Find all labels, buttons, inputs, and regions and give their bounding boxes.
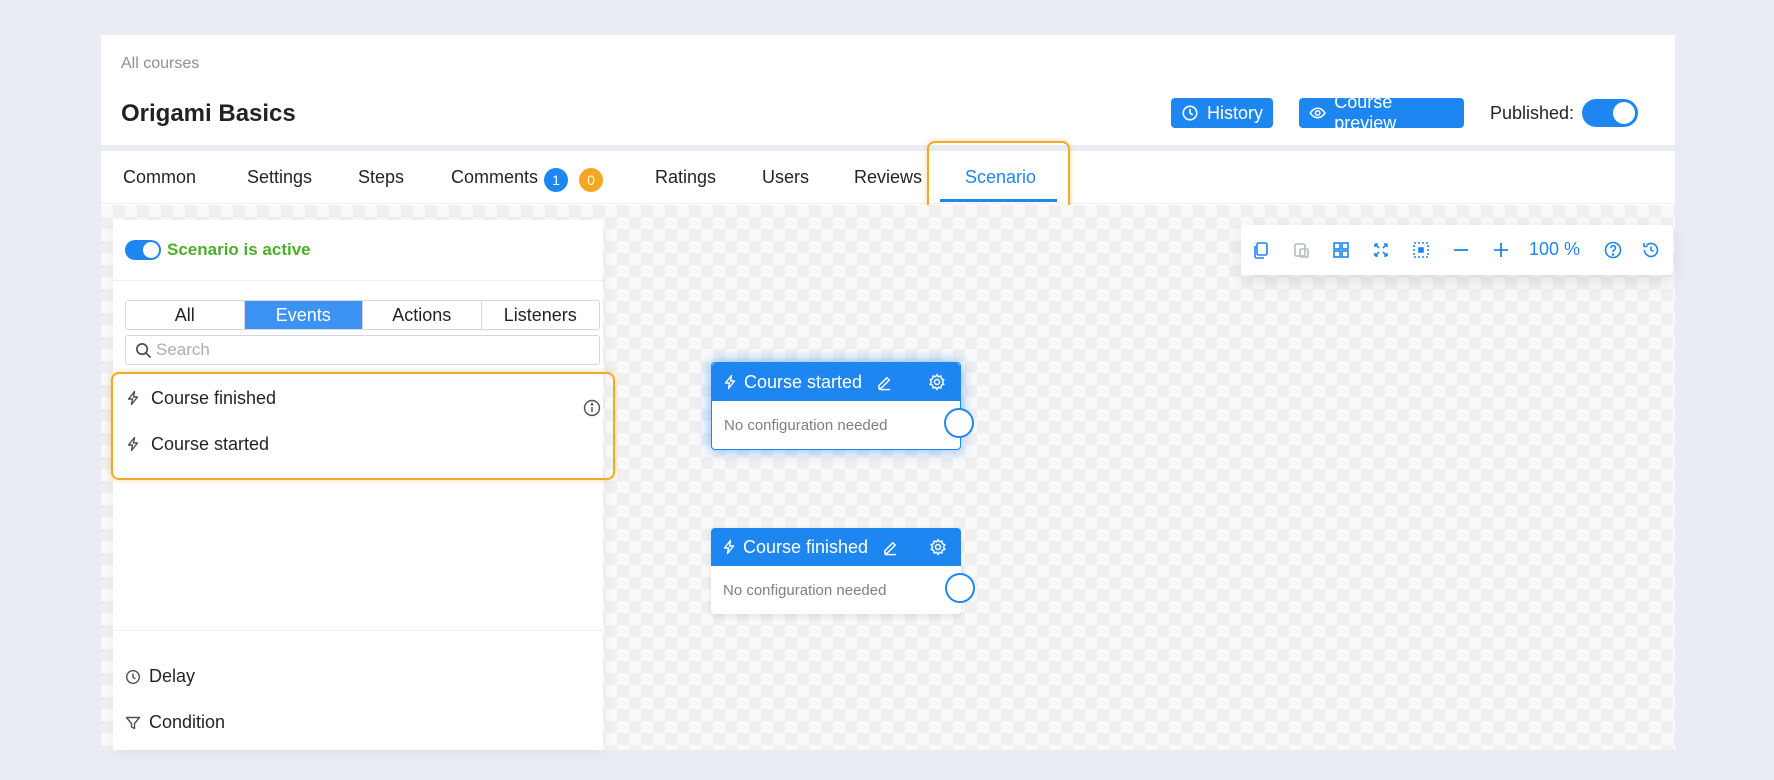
search-input[interactable] <box>156 337 586 363</box>
tool-delay[interactable]: Delay <box>125 666 195 687</box>
history-icon <box>1182 105 1198 121</box>
page-title: Origami Basics <box>121 100 296 127</box>
node-header: Course started <box>712 363 960 401</box>
zoom-in-icon[interactable] <box>1491 240 1511 260</box>
comments-count-badge: 1 <box>544 168 568 192</box>
paste-icon[interactable] <box>1291 240 1311 260</box>
node-body: No configuration needed <box>712 401 974 449</box>
tool-condition[interactable]: Condition <box>125 712 225 733</box>
comments-pending-badge: 0 <box>579 168 603 192</box>
tab-bar: Common Settings Steps Comments 1 0 Ratin… <box>101 151 1675 204</box>
search-icon <box>136 343 152 359</box>
tool-label: Delay <box>149 666 196 686</box>
toggle-knob <box>1613 102 1635 124</box>
history-button-label: History <box>1206 102 1263 123</box>
eye-icon <box>1309 107 1326 119</box>
filter-actions[interactable]: Actions <box>363 301 482 329</box>
page-header: All courses Origami Basics History Cours… <box>101 35 1675 145</box>
output-port[interactable] <box>945 573 975 603</box>
filter-events[interactable]: Events <box>244 301 363 329</box>
node-title: Course started <box>744 371 863 392</box>
scenario-tab-highlight <box>927 141 1070 215</box>
fit-screen-icon[interactable] <box>1371 240 1391 260</box>
node-course-finished[interactable]: Course finished No configuration needed <box>711 528 975 614</box>
published-label: Published: <box>1490 103 1575 123</box>
edit-icon[interactable] <box>882 539 899 556</box>
published-toggle[interactable] <box>1582 99 1638 127</box>
lightning-icon <box>724 374 736 390</box>
filter-segmented-control: All Events Actions Listeners <box>125 300 600 330</box>
divider <box>113 280 603 281</box>
zoom-out-icon[interactable] <box>1451 240 1471 260</box>
breadcrumb-all-courses[interactable]: All courses <box>121 55 199 73</box>
filter-icon <box>125 716 141 729</box>
grid-icon[interactable] <box>1331 240 1351 260</box>
canvas-toolbar: 100 % <box>1241 225 1673 275</box>
tab-common[interactable]: Common <box>123 167 196 188</box>
node-title: Course finished <box>743 536 869 557</box>
tab-settings[interactable]: Settings <box>247 167 312 188</box>
divider <box>113 630 603 631</box>
node-header: Course finished <box>711 528 961 566</box>
edit-icon[interactable] <box>876 374 893 391</box>
tab-comments[interactable]: Comments <box>451 167 538 188</box>
tab-reviews[interactable]: Reviews <box>854 167 922 188</box>
scenario-active-label: Scenario is active <box>167 240 311 259</box>
history-icon[interactable] <box>1641 240 1661 260</box>
copy-icon[interactable] <box>1251 240 1271 260</box>
filter-all[interactable]: All <box>126 301 245 329</box>
tab-users[interactable]: Users <box>762 167 809 188</box>
output-port[interactable] <box>944 408 974 438</box>
help-icon[interactable] <box>1603 240 1623 260</box>
events-list-highlight <box>111 372 615 480</box>
tab-ratings[interactable]: Ratings <box>655 167 716 188</box>
node-description: No configuration needed <box>724 417 888 434</box>
toggle-knob <box>143 242 159 258</box>
node-course-started[interactable]: Course started No configuration needed <box>711 362 974 450</box>
lightning-icon <box>723 539 735 555</box>
select-area-icon[interactable] <box>1411 240 1431 260</box>
search-box <box>125 335 600 365</box>
gear-icon[interactable] <box>929 538 947 556</box>
gear-icon[interactable] <box>928 373 946 391</box>
scenario-sidebar: Scenario is active All Events Actions Li… <box>113 220 603 750</box>
history-button[interactable]: History <box>1171 98 1273 128</box>
filter-listeners[interactable]: Listeners <box>481 301 599 329</box>
clock-icon <box>125 669 141 684</box>
course-editor-window: All courses Origami Basics History Cours… <box>101 35 1675 750</box>
tab-steps[interactable]: Steps <box>358 167 404 188</box>
course-preview-button[interactable]: Course preview <box>1299 92 1464 133</box>
zoom-level: 100 % <box>1529 239 1581 259</box>
node-body: No configuration needed <box>711 566 975 614</box>
scenario-active-toggle[interactable] <box>125 240 161 260</box>
course-preview-label: Course preview <box>1334 92 1397 133</box>
node-description: No configuration needed <box>723 582 887 599</box>
tool-label: Condition <box>149 712 226 732</box>
